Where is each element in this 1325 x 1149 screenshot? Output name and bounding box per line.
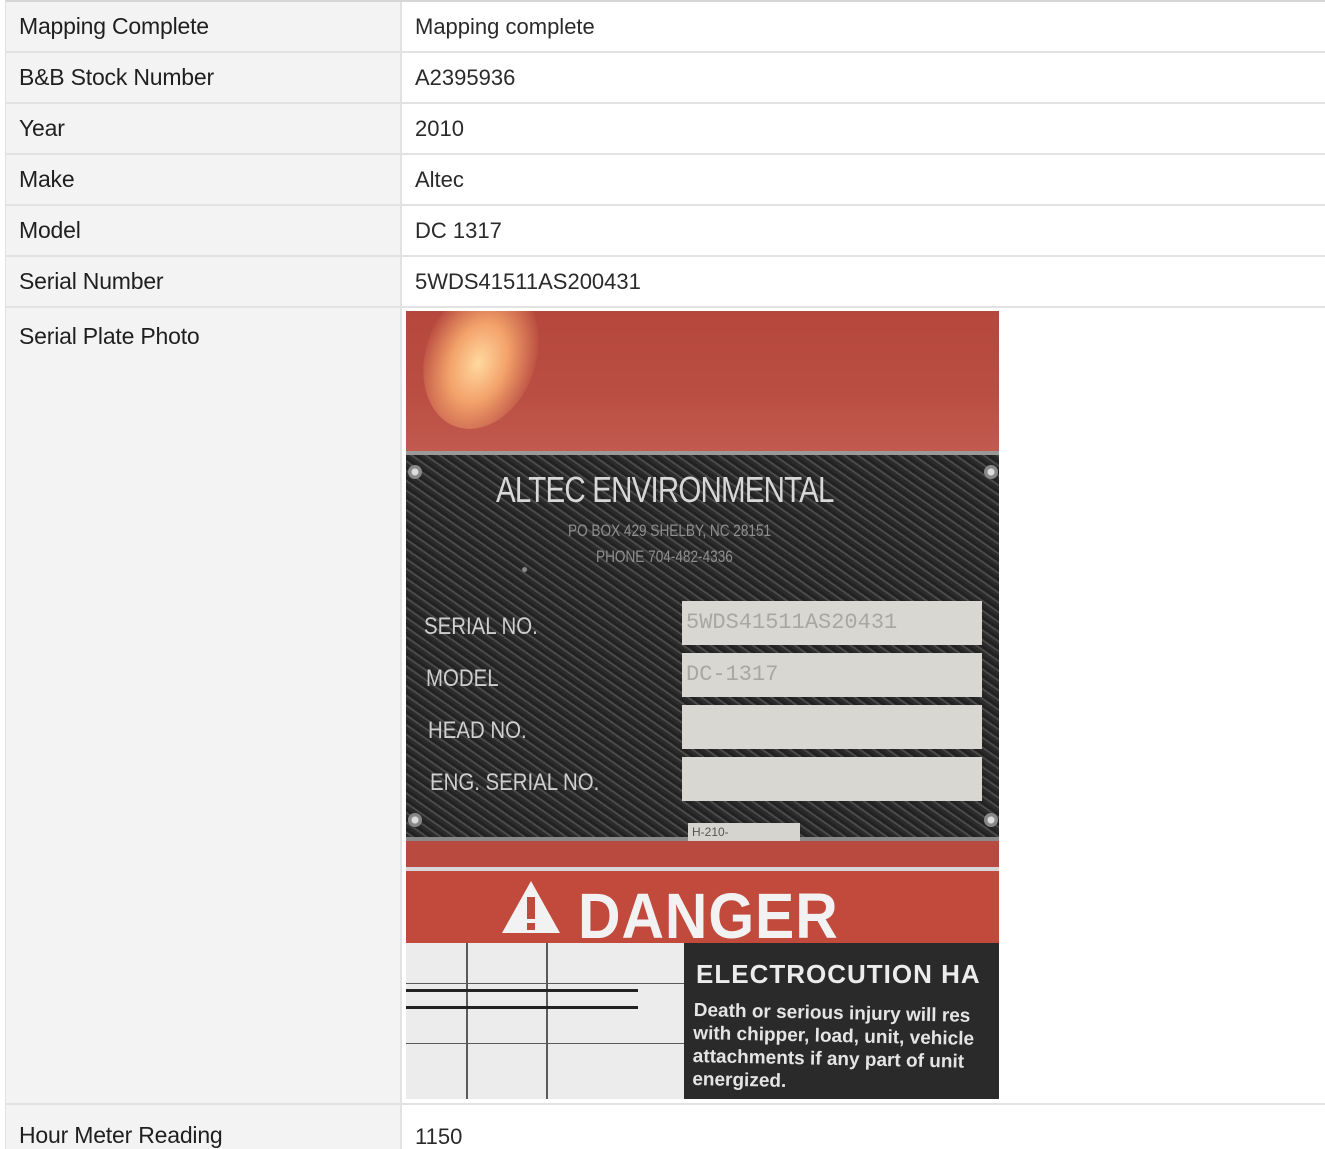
- row-value-mapping-complete: Mapping complete: [415, 13, 595, 39]
- row-label-serial-number: Serial Number: [6, 257, 402, 306]
- plate-field-model: MODEL: [426, 665, 499, 692]
- screw-icon: [408, 813, 422, 827]
- plate-field-serial: SERIAL NO.: [424, 613, 538, 640]
- row-value-year: 2010: [415, 115, 464, 141]
- row-label-hour-meter: Hour Meter Reading: [6, 1105, 402, 1149]
- table-row: Mapping Complete Mapping complete: [6, 2, 1325, 53]
- row-label-mapping-complete: Mapping Complete: [6, 2, 402, 51]
- row-value-make: Altec: [415, 166, 464, 192]
- plate-field-head: HEAD NO.: [428, 717, 527, 744]
- hazard-heading: ELECTROCUTION HA: [696, 959, 981, 989]
- plate-address: PO BOX 429 SHELBY, NC 28151: [568, 521, 772, 540]
- row-value-hour-meter: 1150: [415, 1124, 463, 1149]
- plate-field-eng-serial: ENG. SERIAL NO.: [430, 769, 600, 796]
- table-row: Make Altec: [6, 155, 1325, 206]
- table-row: Serial Number 5WDS41511AS200431: [6, 257, 1325, 308]
- row-label-stock-number: B&B Stock Number: [6, 53, 402, 102]
- plate-phone: PHONE 704-482-4336: [596, 547, 733, 566]
- table-row: Model DC 1317: [6, 206, 1325, 257]
- row-value-stock-number: A2395936: [415, 64, 516, 90]
- plate-tag: H-210-: [688, 823, 800, 841]
- row-label-serial-plate-photo: Serial Plate Photo: [6, 308, 402, 1103]
- table-row: Hour Meter Reading 1150: [6, 1105, 1325, 1149]
- warning-triangle-icon: [502, 881, 560, 933]
- row-value-serial-number: 5WDS41511AS200431: [415, 268, 641, 294]
- danger-label: DANGER: [578, 880, 839, 952]
- plate-serial-box: 5WDS41511AS20431: [682, 601, 982, 645]
- table-row: Serial Plate Photo ALTEC ENVIRONMENTAL P…: [6, 308, 1325, 1105]
- plate-eng-serial-box: [682, 757, 982, 801]
- red-band: [406, 841, 999, 867]
- power-lines: [406, 989, 638, 1009]
- row-value-model: DC 1317: [415, 217, 502, 243]
- serial-plate: ALTEC ENVIRONMENTAL PO BOX 429 SHELBY, N…: [406, 451, 999, 841]
- row-value-serial-plate-photo: ALTEC ENVIRONMENTAL PO BOX 429 SHELBY, N…: [402, 308, 1325, 1103]
- hazard-illustration: [406, 943, 684, 1099]
- row-label-year: Year: [6, 104, 402, 153]
- plate-model-box: DC-1317: [682, 653, 982, 697]
- row-label-make: Make: [6, 155, 402, 204]
- screw-icon: [984, 813, 998, 827]
- plate-title: ALTEC ENVIRONMENTAL: [496, 469, 834, 510]
- table-row: B&B Stock Number A2395936: [6, 53, 1325, 104]
- screw-icon: [984, 465, 998, 479]
- table-row: Year 2010: [6, 104, 1325, 155]
- row-label-model: Model: [6, 206, 402, 255]
- screw-icon: [408, 465, 422, 479]
- plate-head-box: [682, 705, 982, 749]
- serial-plate-photo[interactable]: ALTEC ENVIRONMENTAL PO BOX 429 SHELBY, N…: [406, 311, 999, 1099]
- vehicle-details-table: Mapping Complete Mapping complete B&B St…: [5, 0, 1325, 1149]
- hazard-body: Death or serious injury will res with ch…: [692, 999, 975, 1092]
- hazard-section: ELECTROCUTION HA Death or serious injury…: [406, 943, 999, 1099]
- danger-banner: DANGER: [406, 867, 999, 952]
